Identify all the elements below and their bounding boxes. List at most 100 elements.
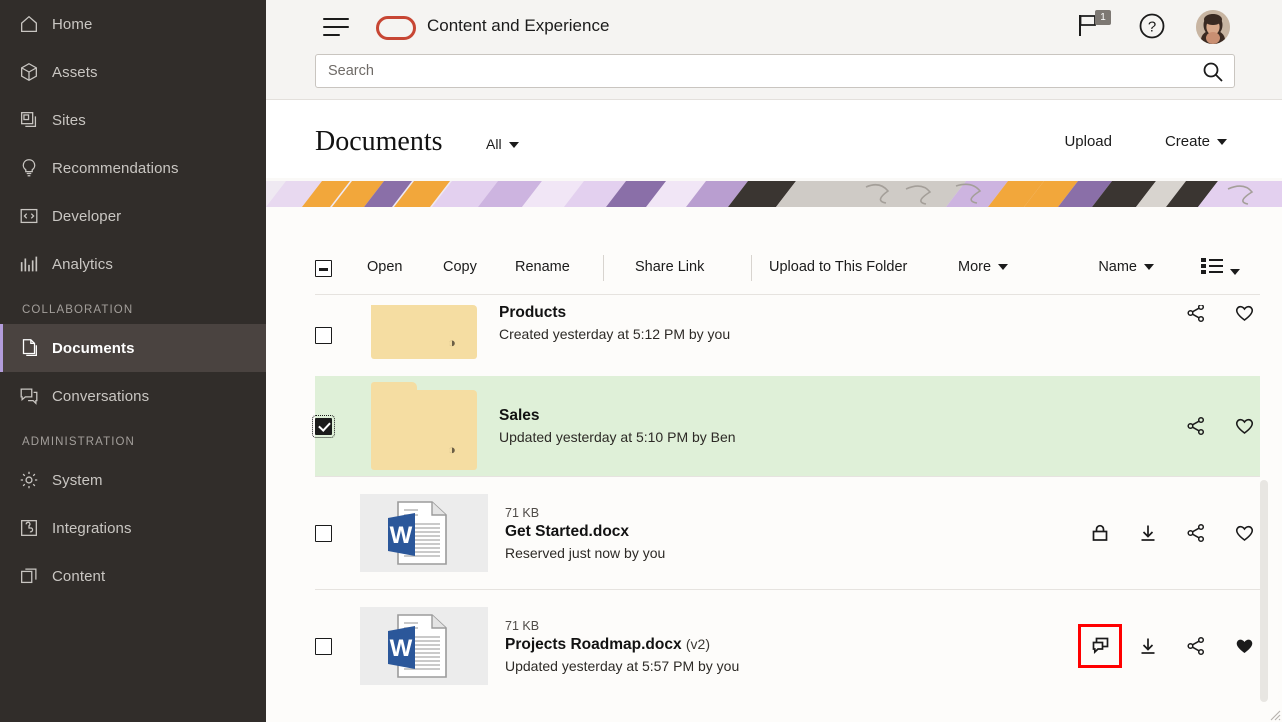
file-toolbar: Open Copy Rename Share Link Upload to Th… xyxy=(315,247,1260,295)
table-row[interactable]: ◑ Sales Updated yesterday at 5:10 PM by … xyxy=(312,376,1260,476)
chevron-down-icon xyxy=(998,264,1009,271)
table-row[interactable]: ◑ Products Created yesterday at 5:12 PM … xyxy=(315,295,1260,376)
folder-badge-icon: ◑ xyxy=(448,334,456,350)
row-checkbox[interactable] xyxy=(315,637,332,655)
chevron-down-icon xyxy=(1230,269,1240,276)
vertical-scrollbar[interactable] xyxy=(1260,480,1268,702)
sidebar-item-label: Documents xyxy=(52,339,135,357)
sidebar: Home Assets Sites Recommendations Develo xyxy=(0,0,266,722)
search-box[interactable] xyxy=(315,54,1235,88)
filter-dropdown[interactable]: All xyxy=(486,136,519,152)
sidebar-item-documents[interactable]: Documents xyxy=(0,324,266,372)
copy-button[interactable]: Copy xyxy=(443,259,477,275)
download-icon[interactable] xyxy=(1136,521,1160,545)
sidebar-item-label: System xyxy=(52,471,103,489)
create-button[interactable]: Create xyxy=(1165,133,1227,150)
heart-outline-icon[interactable] xyxy=(1232,414,1256,438)
sidebar-item-sites[interactable]: Sites xyxy=(0,96,266,144)
sidebar-item-integrations[interactable]: Integrations xyxy=(0,504,266,552)
help-icon[interactable]: ? xyxy=(1138,12,1166,45)
gear-icon xyxy=(18,469,52,491)
conversation-icon xyxy=(18,385,52,407)
word-document-icon: W xyxy=(360,607,488,685)
sidebar-section-administration: ADMINISTRATION xyxy=(22,436,135,448)
share-icon[interactable] xyxy=(1184,521,1208,545)
sidebar-item-system[interactable]: System xyxy=(0,456,266,504)
file-name: Get Started.docx xyxy=(505,522,630,540)
decorative-banner xyxy=(266,181,1282,207)
hamburger-icon[interactable] xyxy=(323,18,349,38)
sidebar-item-label: Conversations xyxy=(52,387,150,405)
search-icon[interactable] xyxy=(1202,61,1224,88)
lightbulb-icon xyxy=(18,157,52,179)
sidebar-item-content[interactable]: Content xyxy=(0,552,266,600)
application-window: Home Assets Sites Recommendations Develo xyxy=(0,0,1282,722)
page-header: Documents All Upload Create xyxy=(266,100,1282,178)
sidebar-item-recommendations[interactable]: Recommendations xyxy=(0,144,266,192)
scroll-clip-mask xyxy=(315,295,1260,305)
resize-grip[interactable] xyxy=(1267,707,1281,721)
share-link-button[interactable]: Share Link xyxy=(635,259,704,275)
sidebar-item-label: Recommendations xyxy=(52,159,179,177)
row-actions xyxy=(1184,414,1256,438)
sites-icon xyxy=(18,109,52,131)
sidebar-item-label: Integrations xyxy=(52,519,132,537)
oracle-logo xyxy=(376,16,416,40)
download-icon[interactable] xyxy=(1136,634,1160,658)
page-title: Documents xyxy=(315,126,443,157)
sidebar-item-home[interactable]: Home xyxy=(0,0,266,48)
flag-icon[interactable]: 1 xyxy=(1076,10,1111,42)
share-icon[interactable] xyxy=(1184,634,1208,658)
filter-label: All xyxy=(486,136,502,152)
more-label: More xyxy=(958,259,992,275)
sort-label: Name xyxy=(1098,259,1137,275)
table-row[interactable]: W 71 KB Get Started.docx Reserved just n… xyxy=(315,476,1260,589)
sidebar-item-label: Home xyxy=(52,15,93,33)
lock-icon[interactable] xyxy=(1088,521,1112,545)
app-title: Content and Experience xyxy=(427,16,610,35)
upload-to-folder-button[interactable]: Upload to This Folder xyxy=(769,259,907,275)
svg-text:W: W xyxy=(390,635,413,662)
file-version: (v2) xyxy=(685,635,711,652)
code-icon xyxy=(18,205,52,227)
table-row[interactable]: W 71 KB Projects Roadmap.docx (v2) Updat… xyxy=(315,589,1260,702)
file-size: 71 KB xyxy=(505,618,540,633)
search-input[interactable] xyxy=(316,55,1196,87)
upload-button[interactable]: Upload xyxy=(1064,133,1112,150)
word-document-icon: W xyxy=(360,494,488,572)
open-button[interactable]: Open xyxy=(367,259,402,275)
heart-outline-icon[interactable] xyxy=(1232,521,1256,545)
file-subtitle: Updated yesterday at 5:57 PM by you xyxy=(505,657,740,674)
file-name: Sales xyxy=(499,407,540,424)
share-icon[interactable] xyxy=(1184,414,1208,438)
sort-by-name-button[interactable]: Name xyxy=(1098,259,1154,275)
top-bar: Content and Experience 1 ? xyxy=(266,0,1282,100)
rename-button[interactable]: Rename xyxy=(515,259,570,275)
document-icon xyxy=(18,337,52,359)
avatar[interactable] xyxy=(1196,10,1230,44)
sidebar-item-label: Assets xyxy=(52,63,98,81)
toolbar-divider xyxy=(751,255,752,281)
list-view-icon[interactable] xyxy=(1201,256,1240,280)
sidebar-item-conversations[interactable]: Conversations xyxy=(0,372,266,420)
cube-icon xyxy=(18,61,52,83)
row-actions xyxy=(1078,624,1256,668)
row-checkbox[interactable] xyxy=(312,414,335,438)
folder-badge-icon: ◑ xyxy=(448,442,456,457)
sidebar-item-developer[interactable]: Developer xyxy=(0,192,266,240)
row-checkbox[interactable] xyxy=(315,327,332,344)
file-name-text: Projects Roadmap.docx xyxy=(505,635,682,653)
sidebar-item-analytics[interactable]: Analytics xyxy=(0,240,266,288)
row-actions xyxy=(1088,521,1256,545)
heart-filled-icon[interactable] xyxy=(1232,634,1256,658)
more-button[interactable]: More xyxy=(958,259,1009,275)
file-size: 71 KB xyxy=(505,505,540,520)
file-name: Projects Roadmap.docx (v2) xyxy=(505,636,1088,654)
row-checkbox[interactable] xyxy=(315,524,332,542)
file-name: Products xyxy=(499,303,567,321)
file-browser: Open Copy Rename Share Link Upload to Th… xyxy=(266,207,1282,722)
conversation-icon[interactable] xyxy=(1078,624,1122,668)
sidebar-item-assets[interactable]: Assets xyxy=(0,48,266,96)
chevron-down-icon xyxy=(1217,139,1227,146)
select-all-checkbox[interactable] xyxy=(315,260,332,277)
